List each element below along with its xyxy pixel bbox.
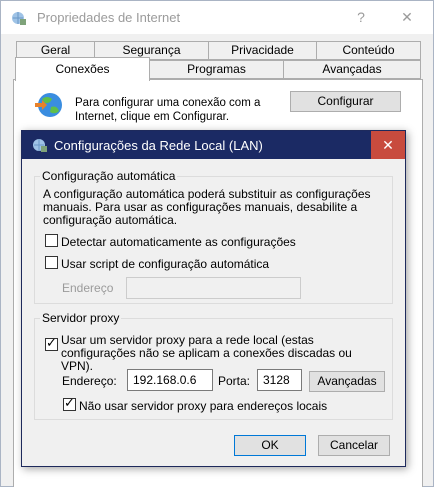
window-title: Propriedades de Internet (37, 10, 181, 25)
use-script-label[interactable]: Usar script de configuração automática (61, 257, 269, 271)
lan-dialog-titlebar: Configurações da Rede Local (LAN) ✕ (22, 131, 405, 159)
tab-conteudo[interactable]: Conteúdo (316, 41, 421, 60)
lan-close-button[interactable]: ✕ (371, 131, 405, 159)
lan-settings-icon (33, 139, 47, 152)
window-close-button[interactable]: ✕ (385, 3, 429, 31)
window-titlebar: Propriedades de Internet ? ✕ (1, 1, 433, 34)
auto-detect-checkbox[interactable] (45, 234, 58, 247)
use-script-checkbox[interactable] (45, 256, 58, 269)
script-address-label: Endereço (62, 281, 114, 295)
proxy-server-legend: Servidor proxy (40, 311, 122, 325)
internet-properties-window: Propriedades de Internet ? ✕ Geral Segur… (0, 0, 434, 487)
tab-privacidade[interactable]: Privacidade (208, 41, 317, 60)
ok-button[interactable]: OK (234, 435, 306, 456)
cancel-button[interactable]: Cancelar (318, 435, 390, 456)
lan-settings-dialog: Configurações da Rede Local (LAN) ✕ Conf… (21, 130, 406, 467)
setup-button[interactable]: Configurar (290, 91, 401, 112)
proxy-address-input[interactable]: 192.168.0.6 (127, 369, 213, 391)
tab-conexoes[interactable]: Conexões (15, 57, 150, 81)
network-globe-icon (35, 93, 62, 117)
help-button[interactable]: ? (339, 3, 383, 31)
bypass-local-label[interactable]: Não usar servidor proxy para endereços l… (79, 399, 327, 413)
internet-options-icon (12, 12, 26, 25)
script-address-input[interactable] (126, 277, 301, 299)
lan-dialog-title: Configurações da Rede Local (LAN) (54, 138, 263, 153)
use-proxy-checkbox[interactable] (45, 336, 58, 351)
bypass-local-checkbox[interactable] (63, 396, 76, 411)
proxy-port-input[interactable]: 3128 (257, 369, 302, 391)
use-proxy-label[interactable]: Usar um servidor proxy para a rede local… (61, 334, 381, 373)
auto-config-description: A configuração automática poderá substit… (43, 187, 371, 227)
proxy-advanced-button[interactable]: Avançadas (309, 371, 385, 392)
tab-avancadas[interactable]: Avançadas (283, 60, 421, 79)
tab-programas[interactable]: Programas (149, 60, 284, 79)
proxy-port-label: Porta: (218, 374, 251, 388)
auto-detect-label[interactable]: Detectar automaticamente as configuraçõe… (61, 235, 296, 249)
proxy-address-label: Endereço: (62, 374, 117, 388)
connection-setup-text: Para configurar uma conexão com a Intern… (75, 97, 261, 123)
auto-config-legend: Configuração automática (40, 169, 178, 183)
